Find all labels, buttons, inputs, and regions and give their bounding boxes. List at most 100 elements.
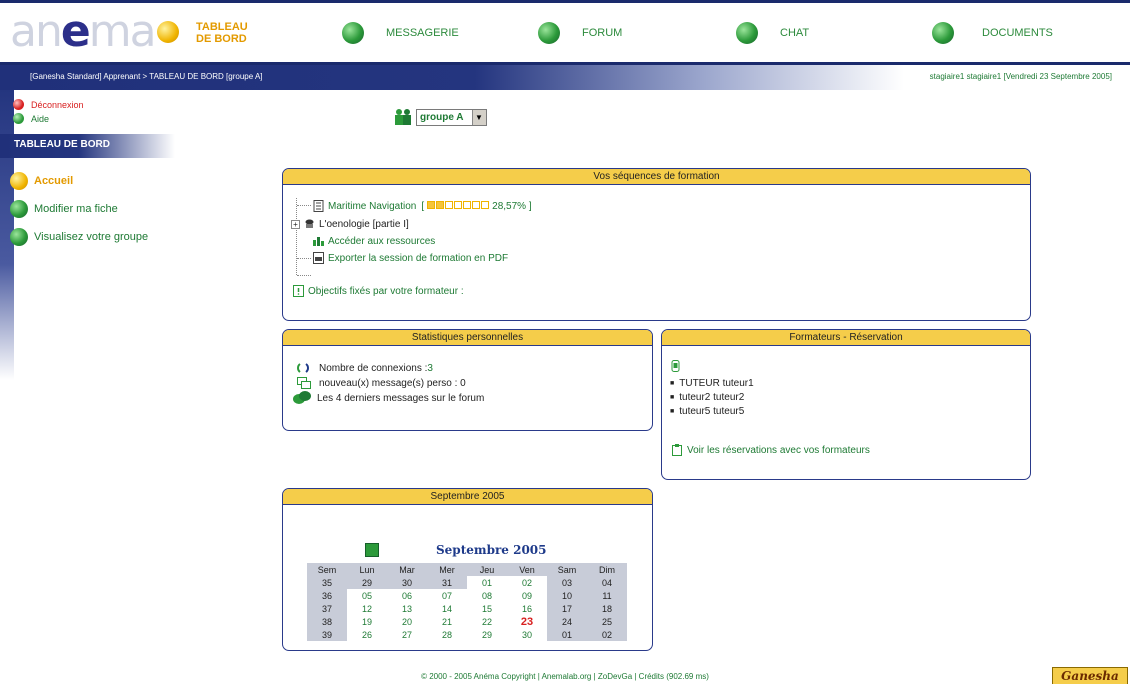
chevron-down-icon[interactable]: ▼ xyxy=(471,109,486,125)
calendar-day-weekend: 24 xyxy=(547,615,587,628)
calendar-week-number: 39 xyxy=(307,628,347,641)
progress-square xyxy=(481,200,490,209)
tree-line xyxy=(297,258,311,259)
forum-label: Les 4 derniers messages sur le forum xyxy=(317,392,485,404)
clipboard-icon xyxy=(672,444,683,456)
green-ball-icon xyxy=(10,228,28,246)
calendar-icon[interactable] xyxy=(365,543,379,557)
nav-label: CHAT xyxy=(780,27,810,39)
calendar-day[interactable]: 27 xyxy=(387,628,427,641)
logout-icon xyxy=(13,99,24,110)
anema-logo[interactable]: anema xyxy=(10,6,179,57)
course-title: Maritime Navigation xyxy=(328,200,417,212)
resources-link[interactable]: Accéder aux ressources xyxy=(313,235,435,247)
calendar-day-other-month: 31 xyxy=(427,576,467,589)
calendar-week-row: 38 19 20 21 22 23 24 25 xyxy=(307,615,627,628)
nav-documents[interactable]: DOCUMENTS xyxy=(932,18,1053,48)
group-select[interactable]: groupe A ▼ xyxy=(416,108,487,126)
calendar-day-other-month: 02 xyxy=(587,628,627,641)
menu-accueil[interactable]: Accueil xyxy=(10,172,73,190)
calendar-day[interactable]: 05 xyxy=(347,589,387,602)
tutor-icon xyxy=(671,360,682,372)
export-pdf-link[interactable]: Exporter la session de formation en PDF xyxy=(313,252,508,264)
calendar-day[interactable]: 12 xyxy=(347,602,387,615)
course-oenologie[interactable]: + L'oenologie [partie I] xyxy=(291,218,409,230)
calendar-week-row: 39 26 27 28 29 30 01 02 xyxy=(307,628,627,641)
objectives-icon xyxy=(293,285,304,297)
tree-line xyxy=(297,205,311,206)
calendar-day[interactable]: 19 xyxy=(347,615,387,628)
progress-bracket: [ xyxy=(421,200,425,212)
panel-title: Septembre 2005 xyxy=(283,489,652,505)
progress-percent: 28,57% ] xyxy=(492,200,532,212)
calendar-day-today[interactable]: 23 xyxy=(507,615,547,628)
tutor-item[interactable]: tuteur2 tuteur2 xyxy=(670,391,754,405)
calendar-day[interactable]: 16 xyxy=(507,602,547,615)
calendar-day[interactable]: 28 xyxy=(427,628,467,641)
menu-modifier-fiche[interactable]: Modifier ma fiche xyxy=(10,200,118,218)
calendar-week-number: 36 xyxy=(307,589,347,602)
calendar-day[interactable]: 06 xyxy=(387,589,427,602)
logout-link[interactable]: Déconnexion xyxy=(13,99,84,110)
calendar-day[interactable]: 07 xyxy=(427,589,467,602)
nav-label: FORUM xyxy=(582,27,623,39)
calendar-day-weekend: 18 xyxy=(587,602,627,615)
breadcrumb: [Ganesha Standard] Apprenant > TABLEAU D… xyxy=(30,72,263,81)
calendar-day[interactable]: 14 xyxy=(427,602,467,615)
logo-wordmark: anema xyxy=(10,6,157,57)
calendar-day-other-month: 01 xyxy=(547,628,587,641)
nav-forum[interactable]: FORUM xyxy=(538,18,622,48)
calendar-panel: Septembre 2005 Septembre 2005 Sem Lun Mar M… xyxy=(282,488,653,651)
user-info: stagiaire1 stagiaire1 [Vendredi 23 Septe… xyxy=(929,72,1112,81)
green-ball-icon xyxy=(538,22,560,44)
logout-label: Déconnexion xyxy=(31,99,84,110)
calendar-day[interactable]: 20 xyxy=(387,615,427,628)
document-icon xyxy=(313,200,324,212)
progress-square xyxy=(472,200,481,209)
calendar-day[interactable]: 22 xyxy=(467,615,507,628)
calendar-header-cell: Mer xyxy=(427,563,467,576)
resources-label: Accéder aux ressources xyxy=(328,235,436,247)
calendar-header-cell: Lun xyxy=(347,563,387,576)
nav-messagerie[interactable]: MESSAGERIE xyxy=(342,18,459,48)
expand-plus-icon[interactable]: + xyxy=(291,219,300,229)
reservations-link[interactable]: Voir les réservations avec vos formateur… xyxy=(672,444,870,456)
calendar-day[interactable]: 08 xyxy=(467,589,507,602)
calendar-day[interactable]: 29 xyxy=(467,628,507,641)
calendar-day-weekend: 17 xyxy=(547,602,587,615)
course-icon xyxy=(304,218,315,230)
calendar-day[interactable]: 30 xyxy=(507,628,547,641)
menu-visualiser-groupe[interactable]: Visualisez votre groupe xyxy=(10,228,148,246)
calendar-header-cell: Jeu xyxy=(467,563,507,576)
course-maritime-navigation[interactable]: Maritime Navigation [ 28,57% ] xyxy=(313,200,532,212)
ganesha-badge[interactable]: Ganesha xyxy=(1052,667,1128,684)
calendar-day[interactable]: 02 xyxy=(507,576,547,589)
calendar-day[interactable]: 01 xyxy=(467,576,507,589)
calendar-day[interactable]: 15 xyxy=(467,602,507,615)
nav-tableau-de-bord[interactable]: TABLEAU DE BORD xyxy=(196,18,248,48)
progress-square xyxy=(436,200,445,209)
forum-row[interactable]: Les 4 derniers messages sur le forum xyxy=(293,391,484,405)
calendar-day-weekend: 25 xyxy=(587,615,627,628)
export-pdf-label: Exporter la session de formation en PDF xyxy=(328,252,509,264)
nav-label: TABLEAU DE BORD xyxy=(196,21,248,45)
nav-label: MESSAGERIE xyxy=(386,27,459,39)
objectives-link[interactable]: Objectifs fixés par votre formateur : xyxy=(293,285,464,297)
nav-chat[interactable]: CHAT xyxy=(736,18,809,48)
messages-row[interactable]: nouveau(x) message(s) perso : 0 xyxy=(297,377,466,389)
tree-line xyxy=(296,198,297,275)
menu-label: Visualisez votre groupe xyxy=(34,231,149,243)
green-ball-icon xyxy=(932,22,954,44)
connections-row: Nombre de connexions : 3 xyxy=(297,362,433,374)
reservations-label: Voir les réservations avec vos formateur… xyxy=(687,444,870,456)
tutor-item[interactable]: TUTEUR tuteur1 xyxy=(670,377,753,391)
tutor-item[interactable]: tuteur5 tuteur5 xyxy=(670,405,754,419)
calendar-header-cell: Sam xyxy=(547,563,587,576)
calendar-day[interactable]: 13 xyxy=(387,602,427,615)
help-link[interactable]: Aide xyxy=(13,113,49,124)
menu-label: Modifier ma fiche xyxy=(34,203,118,215)
calendar-day[interactable]: 09 xyxy=(507,589,547,602)
calendar-day[interactable]: 26 xyxy=(347,628,387,641)
calendar-day[interactable]: 21 xyxy=(427,615,467,628)
progress-square xyxy=(463,200,472,209)
